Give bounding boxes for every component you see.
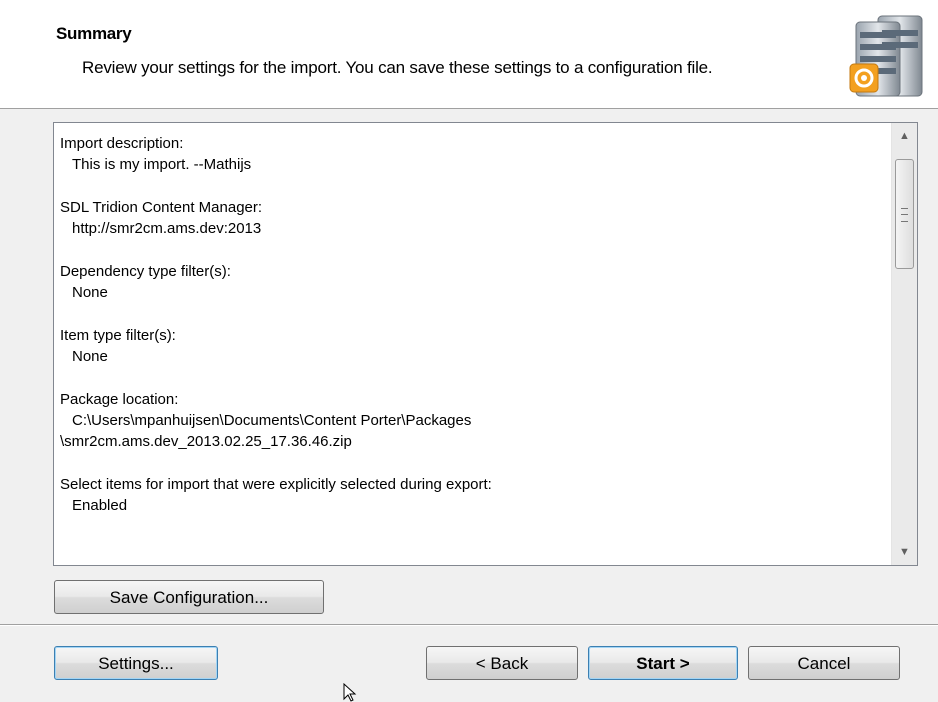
summary-section-import-description: Import description: This is my import. -… <box>60 133 880 175</box>
summary-value: http://smr2cm.ams.dev:2013 <box>72 220 262 237</box>
scroll-up-arrow-icon[interactable]: ▲ <box>892 123 917 149</box>
summary-value: None <box>72 348 108 365</box>
summary-label: SDL Tridion Content Manager: <box>60 199 263 216</box>
summary-section-content-manager: SDL Tridion Content Manager: http://smr2… <box>60 197 880 239</box>
scrollbar-thumb[interactable] <box>895 159 914 269</box>
page-subtitle: Review your settings for the import. You… <box>82 58 713 77</box>
summary-section-explicit-selection: Select items for import that were explic… <box>60 474 880 516</box>
settings-button[interactable]: Settings... <box>54 646 218 680</box>
vertical-scrollbar[interactable]: ▲ ▼ <box>891 123 917 565</box>
summary-content: Import description: This is my import. -… <box>60 133 880 538</box>
cancel-button[interactable]: Cancel <box>748 646 900 680</box>
summary-section-item-type-filter: Item type filter(s): None <box>60 325 880 367</box>
grip-icon <box>901 208 908 222</box>
back-button[interactable]: < Back <box>426 646 578 680</box>
scroll-down-arrow-icon[interactable]: ▼ <box>892 539 917 565</box>
server-database-icon <box>849 15 923 97</box>
footer-separator <box>0 624 938 626</box>
summary-value: Enabled <box>72 497 128 514</box>
summary-section-package-location: Package location: C:\Users\mpanhuijsen\D… <box>60 389 880 452</box>
mouse-pointer-icon <box>343 683 357 702</box>
summary-textbox[interactable]: Import description: This is my import. -… <box>53 122 918 566</box>
summary-label: Select items for import that were explic… <box>60 476 492 493</box>
wizard-header: Summary Review your settings for the imp… <box>0 0 938 109</box>
summary-label: Item type filter(s): <box>60 327 176 344</box>
summary-value: None <box>72 284 108 301</box>
summary-label: Dependency type filter(s): <box>60 263 231 280</box>
summary-section-dependency-filter: Dependency type filter(s): None <box>60 261 880 303</box>
page-title: Summary <box>56 24 132 43</box>
summary-value: C:\Users\mpanhuijsen\Documents\Content P… <box>72 412 472 429</box>
summary-label: Package location: <box>60 391 179 408</box>
summary-value: This is my import. --Mathijs <box>72 156 252 173</box>
summary-label: Import description: <box>60 135 184 152</box>
start-button[interactable]: Start > <box>588 646 738 680</box>
summary-value-continued: \smr2cm.ams.dev_2013.02.25_17.36.46.zip <box>60 433 352 450</box>
save-configuration-button[interactable]: Save Configuration... <box>54 580 324 614</box>
